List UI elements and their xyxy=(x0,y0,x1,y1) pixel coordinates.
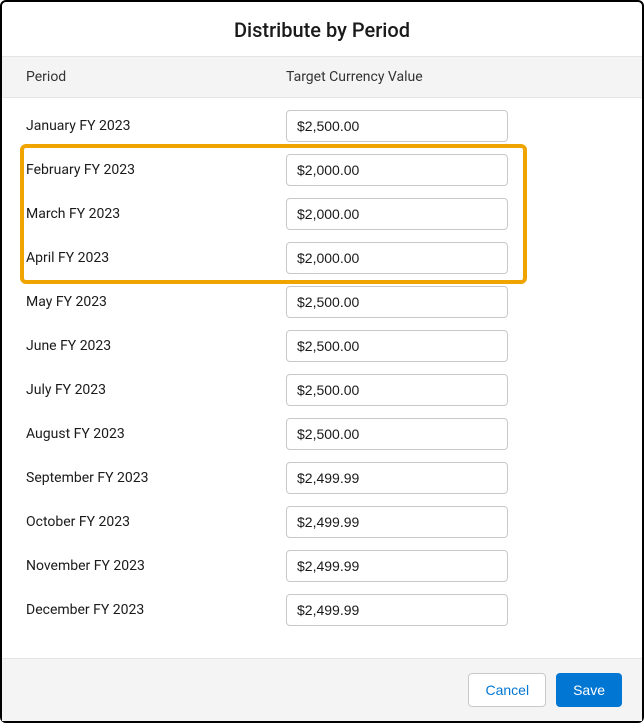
dialog-footer: Cancel Save xyxy=(2,658,642,721)
dialog-content: Period Target Currency Value January FY … xyxy=(2,57,642,658)
value-input[interactable] xyxy=(286,374,508,406)
value-input[interactable] xyxy=(286,330,508,362)
dialog-header: Distribute by Period xyxy=(2,2,642,57)
table-row: August FY 2023 xyxy=(2,412,642,456)
table-row: November FY 2023 xyxy=(2,544,642,588)
period-label: June FY 2023 xyxy=(26,338,286,354)
value-input[interactable] xyxy=(286,418,508,450)
value-cell xyxy=(286,242,508,274)
period-label: October FY 2023 xyxy=(26,514,286,530)
period-label: September FY 2023 xyxy=(26,470,286,486)
dialog-title: Distribute by Period xyxy=(2,18,642,42)
value-cell xyxy=(286,462,508,494)
value-input[interactable] xyxy=(286,506,508,538)
value-cell xyxy=(286,550,508,582)
value-cell xyxy=(286,506,508,538)
table-row: May FY 2023 xyxy=(2,280,642,324)
table-row: January FY 2023 xyxy=(2,104,642,148)
period-label: November FY 2023 xyxy=(26,558,286,574)
table-rows: January FY 2023 February FY 2023 March FY … xyxy=(2,98,642,642)
value-cell xyxy=(286,286,508,318)
value-cell xyxy=(286,154,508,186)
table-row: March FY 2023 xyxy=(2,192,642,236)
value-input[interactable] xyxy=(286,286,508,318)
period-label: February FY 2023 xyxy=(26,162,286,178)
table-row: April FY 2023 xyxy=(2,236,642,280)
value-cell xyxy=(286,418,508,450)
table-row: December FY 2023 xyxy=(2,588,642,632)
period-label: March FY 2023 xyxy=(26,206,286,222)
value-input[interactable] xyxy=(286,198,508,230)
period-label: May FY 2023 xyxy=(26,294,286,310)
value-input[interactable] xyxy=(286,110,508,142)
period-label: July FY 2023 xyxy=(26,382,286,398)
table-row: February FY 2023 xyxy=(2,148,642,192)
table-row: July FY 2023 xyxy=(2,368,642,412)
table-header: Period Target Currency Value xyxy=(2,57,642,98)
value-input[interactable] xyxy=(286,154,508,186)
table-row: September FY 2023 xyxy=(2,456,642,500)
value-input[interactable] xyxy=(286,594,508,626)
value-input[interactable] xyxy=(286,242,508,274)
value-input[interactable] xyxy=(286,462,508,494)
header-value: Target Currency Value xyxy=(286,69,618,85)
header-period: Period xyxy=(26,69,286,85)
value-cell xyxy=(286,110,508,142)
cancel-button[interactable]: Cancel xyxy=(468,673,546,707)
value-cell xyxy=(286,330,508,362)
period-label: January FY 2023 xyxy=(26,118,286,134)
save-button[interactable]: Save xyxy=(556,673,622,707)
value-cell xyxy=(286,374,508,406)
period-label: December FY 2023 xyxy=(26,602,286,618)
period-label: August FY 2023 xyxy=(26,426,286,442)
period-label: April FY 2023 xyxy=(26,250,286,266)
value-cell xyxy=(286,198,508,230)
value-cell xyxy=(286,594,508,626)
table-row: June FY 2023 xyxy=(2,324,642,368)
table-row: October FY 2023 xyxy=(2,500,642,544)
value-input[interactable] xyxy=(286,550,508,582)
